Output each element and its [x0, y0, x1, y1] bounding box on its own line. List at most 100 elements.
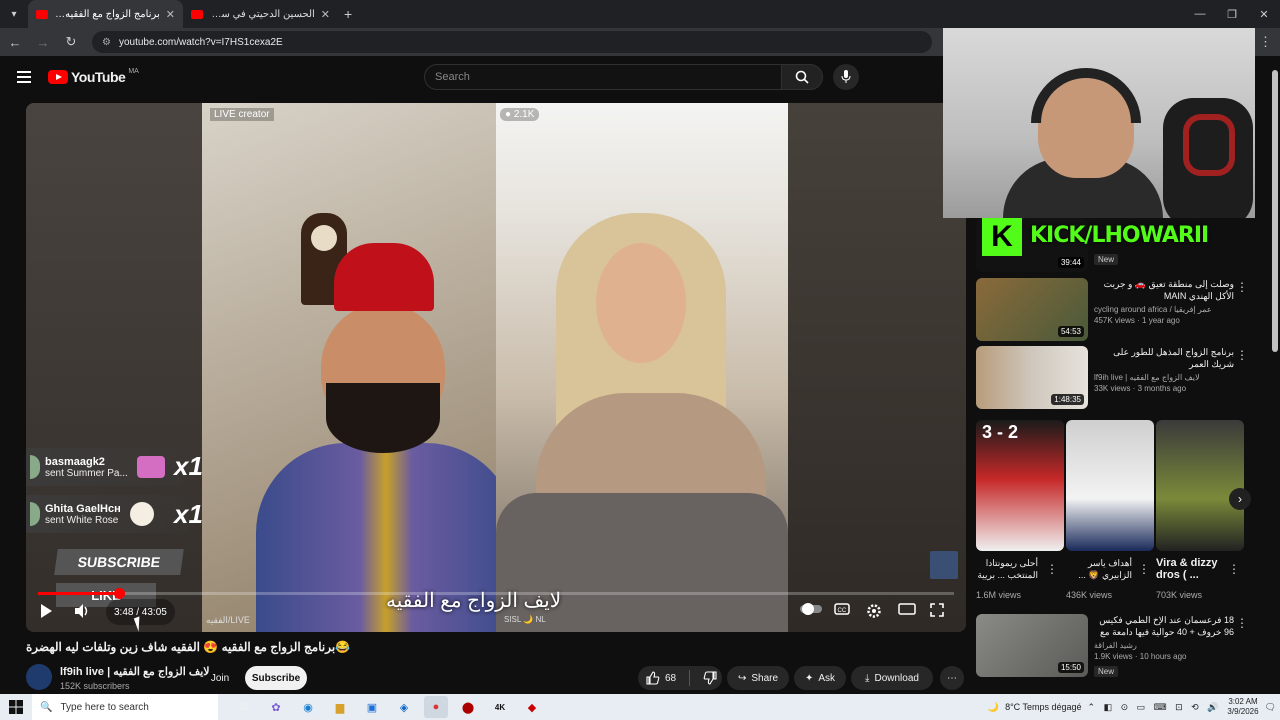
youtube-logo[interactable]: YouTube MA — [48, 68, 139, 85]
search-button[interactable] — [781, 64, 823, 90]
video-thumbnail[interactable]: 15:50 — [976, 614, 1088, 677]
4k-downloader-icon[interactable]: 4K — [488, 696, 512, 718]
chrome-icon[interactable]: ● — [424, 696, 448, 718]
browser-tab-2[interactable]: الحسين الدحيتي في ساعة في الـ ✕ — [183, 0, 338, 28]
search-input[interactable]: Search — [424, 64, 782, 90]
close-tab-icon[interactable]: ✕ — [321, 8, 330, 21]
like-count[interactable]: 68 — [665, 673, 676, 684]
copilot-icon[interactable]: ✿ — [264, 696, 288, 718]
volume-button[interactable] — [74, 603, 92, 619]
voice-search-button[interactable] — [833, 64, 859, 90]
restore-icon[interactable]: ❐ — [1216, 0, 1248, 28]
viewer-count: ● 2.1K — [500, 108, 540, 121]
more-icon[interactable]: ⋮ — [1236, 280, 1248, 294]
video-duration: 39:44 — [1057, 257, 1084, 268]
progress-scrubber[interactable] — [113, 588, 125, 599]
tab-title: برنامج الزواج مع الفقيه 😍 الفقيه — [54, 8, 160, 20]
back-arrow-icon[interactable]: ← — [8, 35, 22, 50]
more-icon[interactable]: ⋮ — [1046, 562, 1058, 576]
start-button[interactable] — [0, 694, 32, 720]
video-player[interactable]: LIVE creator ● 2.1K basmaagk2 sent Summe… — [26, 103, 966, 632]
outlook-icon[interactable]: ◈ — [392, 696, 416, 718]
minimize-icon[interactable]: — — [1184, 0, 1216, 28]
share-label: Share — [751, 672, 779, 684]
tray-icons[interactable]: ⌃ ◧ ⊙ ▭ ⌨ ⊡ ⟲ 🔊 — [1088, 702, 1222, 713]
clock[interactable]: 3:02 AM 3/9/2026 — [1227, 697, 1258, 717]
tab-search-chevron-icon[interactable]: ▾ — [0, 0, 28, 28]
weather-text[interactable]: 8°C Temps dégagé — [1005, 702, 1081, 712]
download-label: Download — [874, 672, 919, 684]
scrollbar-thumb[interactable] — [1272, 70, 1278, 352]
video-title[interactable]: برنامج الزواج المذهل للطور على شريك العم… — [1094, 346, 1234, 370]
weather-icon[interactable]: 🌙 — [988, 702, 999, 713]
short-title[interactable]: أحلى ريمونتادا المنتخب ... بريية — [976, 557, 1038, 581]
video-duration: 1:48:35 — [1051, 394, 1084, 405]
taskbar-search[interactable]: 🔍 Type here to search — [32, 694, 218, 720]
short-thumbnail[interactable] — [1066, 420, 1154, 551]
app-icon[interactable]: ◆ — [520, 696, 544, 718]
store-icon[interactable]: ▣ — [360, 696, 384, 718]
video-thumbnail[interactable]: 1:48:35 — [976, 346, 1088, 409]
clock-date: 3/9/2026 — [1227, 707, 1259, 716]
tab-title: الحسين الدحيتي في ساعة في الـ — [209, 8, 315, 20]
more-icon[interactable]: ⋮ — [1236, 616, 1248, 630]
short-thumbnail[interactable] — [1156, 420, 1244, 551]
browser-menu-icon[interactable]: ⋮ — [1259, 34, 1272, 50]
thumbs-up-icon[interactable] — [646, 671, 660, 685]
site-info-icon[interactable]: ⚙ — [102, 37, 111, 48]
gift-user: Ghita GaelHcн — [45, 502, 121, 515]
browser-tab-1[interactable]: برنامج الزواج مع الفقيه 😍 الفقيه ✕ — [28, 0, 183, 28]
channel-name[interactable]: cycling around africa / عمر إفريقيا — [1094, 305, 1234, 314]
more-icon[interactable]: ⋮ — [1228, 562, 1240, 576]
thumbs-down-icon[interactable] — [703, 671, 717, 685]
view-count: 457K views · 1 year ago — [1094, 316, 1180, 325]
fullscreen-button[interactable] — [930, 603, 944, 617]
edge-icon[interactable]: ◉ — [296, 696, 320, 718]
forward-arrow-icon[interactable]: → — [36, 35, 50, 50]
kick-banner: KICK/LHOWARII — [1030, 222, 1209, 248]
join-button[interactable]: Join — [202, 666, 238, 690]
ask-button[interactable]: ✦ Ask — [794, 666, 846, 690]
watermark-right: SISL 🌙 NL — [504, 615, 546, 624]
video-title[interactable]: 18 فرعسمان عند الإخ الطمي فكيس 96 خروف +… — [1094, 614, 1234, 638]
video-title[interactable]: وصلت إلى منطقة تعيق 🚗 و جربت الأكل الهند… — [1094, 278, 1234, 302]
play-button[interactable] — [38, 603, 54, 619]
close-window-icon[interactable]: ✕ — [1248, 0, 1280, 28]
channel-name[interactable]: رشيد الفراقة — [1094, 641, 1234, 650]
more-icon[interactable]: ⋮ — [1236, 348, 1248, 362]
obs-icon[interactable]: ⬤ — [456, 696, 480, 718]
page-scrollbar[interactable] — [1270, 56, 1280, 694]
file-explorer-icon[interactable]: ▆ — [328, 696, 352, 718]
settings-button[interactable] — [866, 603, 882, 619]
theater-mode-button[interactable] — [898, 603, 916, 615]
notifications-icon[interactable]: 🗨 — [1265, 702, 1276, 713]
task-view-icon[interactable]: ⧉ — [232, 696, 256, 718]
taskbar-search-placeholder: Type here to search — [60, 701, 149, 713]
video-thumbnail[interactable]: 54:53 — [976, 278, 1088, 341]
shorts-next-button[interactable]: › — [1229, 488, 1251, 510]
new-tab-icon[interactable]: + — [344, 6, 352, 22]
sidebar-video-item[interactable]: 54:53 وصلت إلى منطقة تعيق 🚗 و جربت الأكل… — [976, 278, 1234, 341]
viewer-count-text: 2.1K — [513, 109, 535, 120]
url-field[interactable]: ⚙ youtube.com/watch?v=I7HS1cexa2E — [92, 31, 932, 53]
progress-bar[interactable] — [38, 588, 954, 599]
autoplay-toggle[interactable] — [800, 603, 822, 615]
menu-icon[interactable] — [17, 71, 31, 83]
short-title[interactable]: أهداف ياسر الزابيري 🦁 ... — [1066, 557, 1132, 581]
sidebar-video-item[interactable]: 15:50 18 فرعسمان عند الإخ الطمي فكيس 96 … — [976, 614, 1234, 679]
more-icon[interactable]: ⋮ — [1138, 562, 1150, 576]
channel-avatar[interactable] — [26, 664, 52, 690]
more-actions-button[interactable]: ⋯ — [940, 666, 964, 690]
captions-button[interactable]: CC — [834, 603, 850, 615]
close-tab-icon[interactable]: ✕ — [166, 8, 175, 21]
channel-watermark[interactable] — [930, 551, 958, 579]
channel-name[interactable]: lf9ih live | لايف الزواج مع الفقيه — [60, 665, 210, 678]
reload-icon[interactable]: ↻ — [64, 34, 78, 50]
subscribe-button[interactable]: Subscribe — [245, 666, 307, 690]
download-button[interactable]: ⤓ Download — [851, 666, 933, 690]
sidebar-video-item[interactable]: 1:48:35 برنامج الزواج المذهل للطور على ش… — [976, 346, 1234, 409]
short-title[interactable]: Vira & dizzy dros ( ... — [1156, 557, 1224, 581]
short-thumbnail[interactable]: 3 - 2 — [976, 420, 1064, 551]
share-button[interactable]: ↪ Share — [727, 666, 789, 690]
channel-name[interactable]: lf9ih live | لايف الزواج مع الفقيه — [1094, 373, 1234, 382]
